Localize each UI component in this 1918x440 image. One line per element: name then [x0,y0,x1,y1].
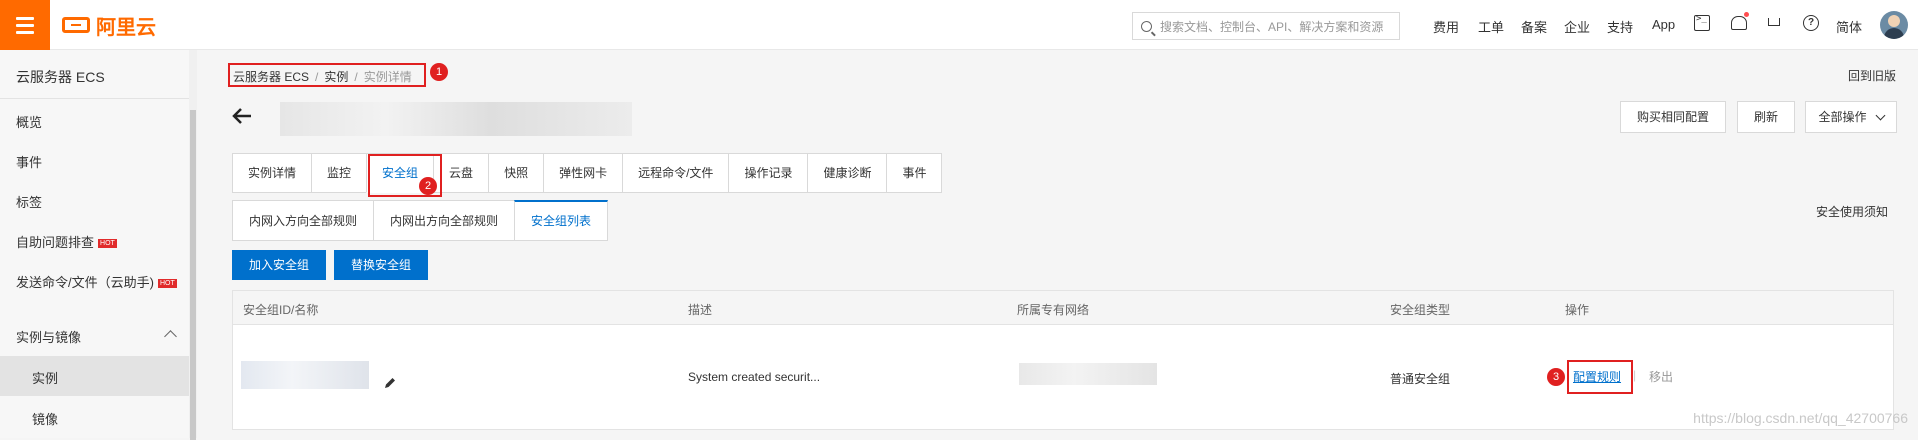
sidebar-item-overview[interactable]: 概览 [16,112,42,131]
sidebar-divider [0,98,196,99]
notification-dot [1744,12,1749,17]
tab-health-diagnosis[interactable]: 健康诊断 [807,153,887,193]
aliyun-logo-mark [62,17,90,33]
scrollbar-thumb[interactable] [190,110,196,440]
hot-badge: HOT [157,279,177,288]
sidebar: 云服务器 ECS 概览 事件 标签 自助问题排查 HOT 发送命令/文件（云助手)… [0,50,197,438]
instance-name-redacted [280,102,632,136]
tab-snapshots[interactable]: 快照 [488,153,544,193]
tab-events[interactable]: 事件 [886,153,943,193]
sidebar-item-label: 自助问题排查 [16,235,95,250]
tab-eni[interactable]: 弹性网卡 [543,153,623,193]
security-group-table: 安全组ID/名称 描述 所属专有网络 安全组类型 操作 System creat… [232,290,1894,430]
search-input[interactable]: 搜索文档、控制台、API、解决方案和资源 [1132,12,1400,40]
sidebar-item-label: 实例 [32,371,59,386]
annotation-box [1567,360,1633,394]
avatar[interactable] [1880,11,1908,39]
security-group-description: System created securit... [688,370,821,384]
nav-link-tickets[interactable]: 工单 [1478,17,1504,36]
search-icon [1141,20,1152,32]
nav-link-enterprise[interactable]: 企业 [1564,17,1590,36]
refresh-button[interactable]: 刷新 [1737,101,1795,133]
language-switch[interactable]: 简体 [1836,17,1862,36]
back-arrow-icon[interactable] [230,104,254,128]
sidebar-group-label: 实例与镜像 [16,330,82,345]
column-header-type: 安全组类型 [1390,303,1451,317]
sidebar-item-troubleshoot[interactable]: 自助问题排查 HOT [16,232,117,251]
security-group-subtabs: 内网入方向全部规则 内网出方向全部规则 安全组列表 [232,200,609,241]
column-header-actions: 操作 [1565,303,1590,317]
bell-icon[interactable] [1731,16,1747,30]
back-to-old-version-link[interactable]: 回到旧版 [1848,67,1896,84]
menu-icon[interactable] [0,0,50,50]
join-security-group-button[interactable]: 加入安全组 [232,250,326,280]
subtab-outbound-rules[interactable]: 内网出方向全部规则 [373,200,515,241]
column-header-id-name: 安全组ID/名称 [243,303,319,317]
subtab-security-group-list[interactable]: 安全组列表 [514,200,609,241]
search-placeholder: 搜索文档、控制台、API、解决方案和资源 [1160,19,1384,34]
column-header-description: 描述 [688,303,713,317]
column-header-vpc: 所属专有网络 [1017,303,1090,317]
security-group-type: 普通安全组 [1390,372,1451,386]
annotation-box [228,63,426,87]
nav-link-support[interactable]: 支持 [1607,17,1633,36]
tab-monitoring[interactable]: 监控 [311,153,367,193]
all-operations-dropdown[interactable]: 全部操作 [1805,101,1897,133]
all-operations-label: 全部操作 [1818,110,1867,124]
watermark: https://blog.csdn.net/qq_42700766 [1693,410,1908,426]
sidebar-item-images[interactable]: 镜像 [32,409,58,428]
instance-tabs: 实例详情 监控 安全组 云盘 快照 弹性网卡 远程命令/文件 操作记录 健康诊断… [232,153,943,193]
edit-icon[interactable] [383,376,397,390]
sidebar-title: 云服务器 ECS [16,69,105,85]
sidebar-item-events[interactable]: 事件 [16,152,42,171]
cart-icon[interactable] [1767,15,1783,31]
top-bar: 阿里云 搜索文档、控制台、API、解决方案和资源 费用 工单 备案 企业 支持 … [0,0,1918,50]
sidebar-item-tags[interactable]: 标签 [16,192,42,211]
terminal-icon[interactable] [1694,14,1710,31]
vpc-redacted [1019,363,1157,385]
sidebar-item-label: 发送命令/文件（云助手) [16,275,154,290]
remove-link[interactable]: 移出 [1649,368,1673,385]
tab-instance-details[interactable]: 实例详情 [232,153,312,193]
annotation-number: 2 [419,177,437,195]
action-separator: | [1633,368,1637,382]
sidebar-scrollbar[interactable] [189,50,197,440]
buy-same-config-button[interactable]: 购买相同配置 [1620,101,1726,133]
security-notice-link[interactable]: 安全使用须知 [1816,203,1888,220]
hot-badge: HOT [98,239,117,248]
help-icon[interactable]: ? [1803,15,1819,31]
sidebar-item-instances[interactable]: 实例 [0,356,189,396]
nav-link-app[interactable]: App [1652,17,1675,32]
replace-security-group-button[interactable]: 替换安全组 [334,250,428,280]
chevron-down-icon [1875,110,1885,121]
sidebar-item-send-command[interactable]: 发送命令/文件（云助手) HOT [16,272,177,291]
tab-remote-commands[interactable]: 远程命令/文件 [622,153,729,193]
aliyun-logo[interactable]: 阿里云 [62,12,156,39]
sidebar-group-instances-images[interactable]: 实例与镜像 [0,313,189,357]
table-header: 安全组ID/名称 描述 所属专有网络 安全组类型 操作 [233,291,1893,325]
annotation-number: 3 [1547,368,1565,386]
nav-link-fees[interactable]: 费用 [1433,17,1459,36]
logo-text: 阿里云 [96,16,156,39]
tab-operation-logs[interactable]: 操作记录 [728,153,808,193]
subtab-inbound-rules[interactable]: 内网入方向全部规则 [232,200,374,241]
security-group-id-redacted[interactable] [241,361,369,389]
annotation-number: 1 [430,63,448,81]
nav-link-icp[interactable]: 备案 [1521,17,1547,36]
